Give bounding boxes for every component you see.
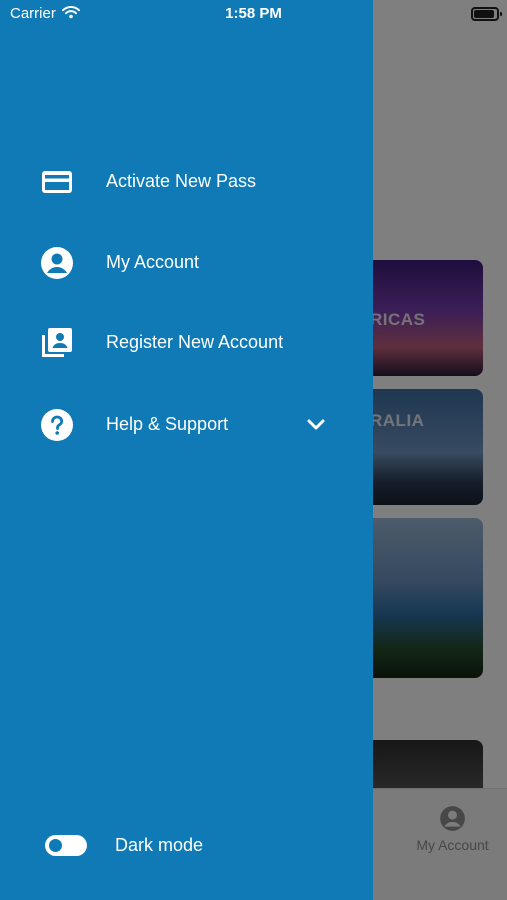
menu-item-label: Register New Account xyxy=(106,332,284,352)
toggle-knob xyxy=(49,839,62,852)
user-circle-icon xyxy=(41,247,73,279)
chevron-down-icon[interactable] xyxy=(304,413,328,437)
menu-item-my-account[interactable]: My Account xyxy=(0,233,373,293)
menu-item-label: Help & Support xyxy=(106,414,229,434)
battery-icon xyxy=(471,7,502,21)
credit-card-icon xyxy=(42,171,72,193)
dark-mode-row: Dark mode xyxy=(0,822,373,868)
contacts-book-icon xyxy=(42,328,72,357)
status-bar: Carrier 1:58 PM xyxy=(0,0,507,28)
side-drawer: Activate New Pass My Account Register Ne… xyxy=(0,0,373,900)
menu-item-help-support[interactable]: Help & Support xyxy=(0,395,373,455)
dark-mode-toggle[interactable] xyxy=(45,835,87,856)
menu-item-label: Activate New Pass xyxy=(106,171,257,191)
help-circle-icon xyxy=(41,409,73,441)
dark-mode-label: Dark mode xyxy=(115,835,204,855)
menu-item-register-new-account[interactable]: Register New Account xyxy=(0,313,373,373)
menu-item-activate-new-pass[interactable]: Activate New Pass xyxy=(0,152,373,212)
status-time: 1:58 PM xyxy=(225,5,282,22)
menu-item-label: My Account xyxy=(106,252,200,272)
